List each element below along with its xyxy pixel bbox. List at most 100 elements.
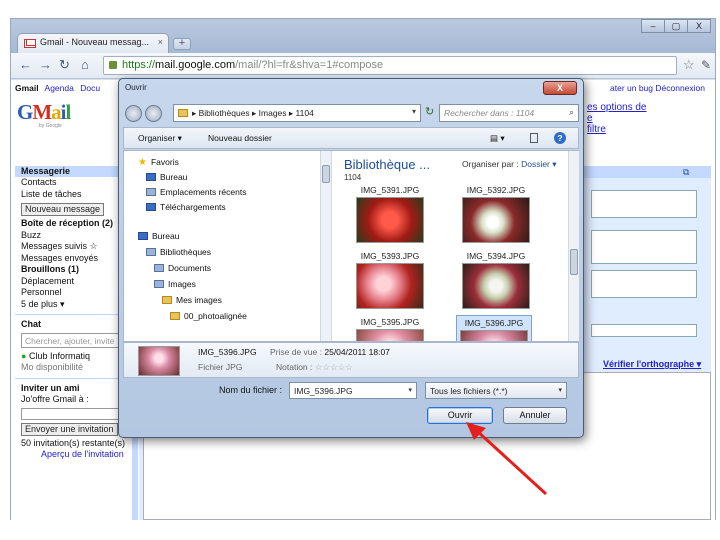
tab-strip: Gmail - Nouveau messag... × + – ▢ X [11, 19, 715, 53]
dialog-breadcrumb[interactable]: ▸ Bibliothèques ▸ Images ▸ 1104 ▾ [173, 104, 421, 122]
forward-circle-icon[interactable] [145, 105, 162, 122]
tree-item-desktop[interactable]: Bureau [146, 172, 187, 182]
chevron-down-icon[interactable]: ▾ [412, 107, 416, 116]
details-rating[interactable]: Notation : ☆☆☆☆☆ [276, 362, 353, 373]
new-message-button[interactable]: Nouveau message [21, 203, 105, 216]
chat-contact[interactable]: ● Club Informatiq [15, 351, 133, 363]
photo-red-flowers [356, 197, 424, 243]
tree-item-recent[interactable]: Emplacements récents [146, 187, 246, 197]
organize-menu[interactable]: Organiser ▾ [138, 133, 182, 144]
filename-input[interactable]: IMG_5396.JPG ▾ [289, 382, 417, 399]
wrench-menu-icon[interactable]: ✎ [701, 58, 711, 72]
popout-icon[interactable]: ⧉ [683, 167, 689, 178]
chevron-down-icon[interactable]: ▾ [408, 386, 412, 394]
tree-item-documents[interactable]: Documents [154, 263, 211, 273]
maximize-button[interactable]: ▢ [664, 19, 688, 33]
photo-lily [356, 263, 424, 309]
back-arrow-icon[interactable]: ← [19, 58, 32, 72]
file-thumbnail[interactable]: IMG_5395.JPG [352, 317, 428, 341]
tree-item-images[interactable]: Images [154, 279, 196, 289]
sidebar-item-drafts[interactable]: Brouillons (1) [15, 264, 133, 276]
sidebar-item-starred[interactable]: Messages suivis ☆ [15, 241, 133, 253]
topnav-agenda[interactable]: Agenda [45, 83, 74, 93]
cancel-button[interactable]: Annuler [503, 407, 567, 424]
selected-photo-preview [138, 346, 180, 376]
gmail-sidebar: Messagerie Contacts Liste de tâches Nouv… [15, 166, 133, 461]
gmail-favicon-icon [24, 39, 36, 48]
bcc-field[interactable] [591, 270, 697, 298]
forward-arrow-icon[interactable]: → [39, 58, 52, 72]
filename-row: Nom du fichier : IMG_5396.JPG ▾ Tous les… [123, 379, 579, 435]
pictures-icon [154, 280, 164, 288]
filetype-select[interactable]: Tous les fichiers (*.*) ▾ [425, 382, 567, 399]
chat-header[interactable]: Chat [15, 319, 133, 331]
help-icon[interactable]: ? [554, 132, 566, 144]
search-options-links[interactable]: es options de e filtre [587, 102, 647, 135]
scroll-thumb[interactable] [570, 249, 578, 275]
file-list-scrollbar[interactable] [568, 151, 579, 341]
topnav-gmail[interactable]: Gmail [15, 83, 39, 93]
arrange-by[interactable]: Organiser par : Dossier ▾ [462, 159, 557, 170]
reload-icon[interactable]: ↻ [59, 58, 70, 72]
dialog-title: Ouvrir [125, 83, 147, 92]
tab-title: Gmail - Nouveau messag... [40, 37, 150, 47]
sidebar-item-inbox[interactable]: Boîte de réception (2) [15, 218, 133, 230]
open-button[interactable]: Ouvrir [427, 407, 493, 424]
dialog-main-pane: ★ Favoris Bureau Emplacements récents Tél… [123, 150, 579, 342]
topnav-docs[interactable]: Docu [80, 83, 100, 93]
dialog-search-input[interactable]: Rechercher dans : 1104 ⌕ [439, 104, 579, 122]
to-field[interactable] [591, 190, 697, 218]
file-thumbnail-selected[interactable]: IMG_5396.JPG [456, 315, 532, 341]
sidebar-item-contacts[interactable]: Contacts [15, 177, 133, 189]
dialog-close-button[interactable]: X [543, 81, 577, 95]
tree-item-photos[interactable]: 00_photoalignée [170, 311, 247, 321]
minimize-button[interactable]: – [641, 19, 665, 33]
sidebar-label-personal[interactable]: Personnel [15, 287, 133, 299]
tree-item-downloads[interactable]: Téléchargements [146, 202, 226, 212]
scroll-thumb[interactable] [322, 165, 330, 183]
navigation-scrollbar[interactable] [320, 151, 331, 341]
tree-item-desktop-root[interactable]: Bureau [138, 231, 179, 241]
tab-close-icon[interactable]: × [158, 37, 163, 47]
invitation-preview-link[interactable]: Aperçu de l'invitation [15, 449, 133, 461]
topright-links[interactable]: ater un bug Déconnexion [610, 83, 705, 93]
preview-pane-icon[interactable] [530, 133, 538, 143]
tree-item-favorites[interactable]: ★ Favoris [138, 157, 179, 168]
tab-gmail[interactable]: Gmail - Nouveau messag... × [17, 33, 169, 53]
sidebar-label-travel[interactable]: Déplacement [15, 276, 133, 288]
file-thumbnail[interactable]: IMG_5394.JPG [458, 251, 534, 309]
invite-subtitle: Jo'offre Gmail à : [21, 394, 89, 404]
desktop-icon [138, 232, 148, 240]
file-thumbnail[interactable]: IMG_5392.JPG [458, 185, 534, 243]
view-menu[interactable]: ▤ ▾ [490, 133, 505, 144]
tree-item-libraries[interactable]: Bibliothèques [146, 247, 211, 257]
sidebar-header-mail[interactable]: Messagerie [15, 166, 133, 177]
file-thumbnail[interactable]: IMG_5393.JPG [352, 251, 428, 309]
back-circle-icon[interactable] [125, 105, 142, 122]
sidebar-item-sent[interactable]: Messages envoyés [15, 253, 133, 265]
sidebar-more-labels[interactable]: 5 de plus ▾ [15, 299, 133, 311]
tree-item-my-images[interactable]: Mes images [162, 295, 222, 305]
address-bar[interactable]: https://mail.google.com/mail/?hl=fr&shva… [103, 56, 677, 75]
cc-field[interactable] [591, 230, 697, 264]
folder-icon [178, 109, 188, 117]
search-icon: ⌕ [568, 107, 574, 117]
sidebar-item-buzz[interactable]: Buzz [15, 230, 133, 242]
filename-label: Nom du fichier : [219, 385, 283, 395]
chat-search-input[interactable]: Chercher, ajouter, invite [21, 332, 127, 348]
send-invitation-button[interactable]: Envoyer une invitation [21, 422, 118, 436]
close-window-button[interactable]: X [687, 19, 711, 33]
refresh-icon[interactable]: ↻ [425, 105, 434, 118]
new-folder-button[interactable]: Nouveau dossier [208, 133, 272, 143]
subject-field[interactable] [591, 324, 697, 337]
new-tab-button[interactable]: + [173, 38, 191, 50]
chevron-down-icon[interactable]: ▾ [558, 386, 562, 394]
invite-email-input[interactable] [21, 407, 127, 420]
spellcheck-link[interactable]: Vérifier l'orthographe ▾ [603, 359, 701, 370]
home-icon[interactable]: ⌂ [81, 58, 89, 72]
sidebar-item-tasks[interactable]: Liste de tâches [15, 189, 133, 201]
invite-header: Inviter un ami [21, 382, 80, 393]
file-thumbnail[interactable]: IMG_5391.JPG [352, 185, 428, 243]
bookmark-star-icon[interactable]: ☆ [683, 57, 695, 73]
recent-places-icon [146, 188, 156, 196]
